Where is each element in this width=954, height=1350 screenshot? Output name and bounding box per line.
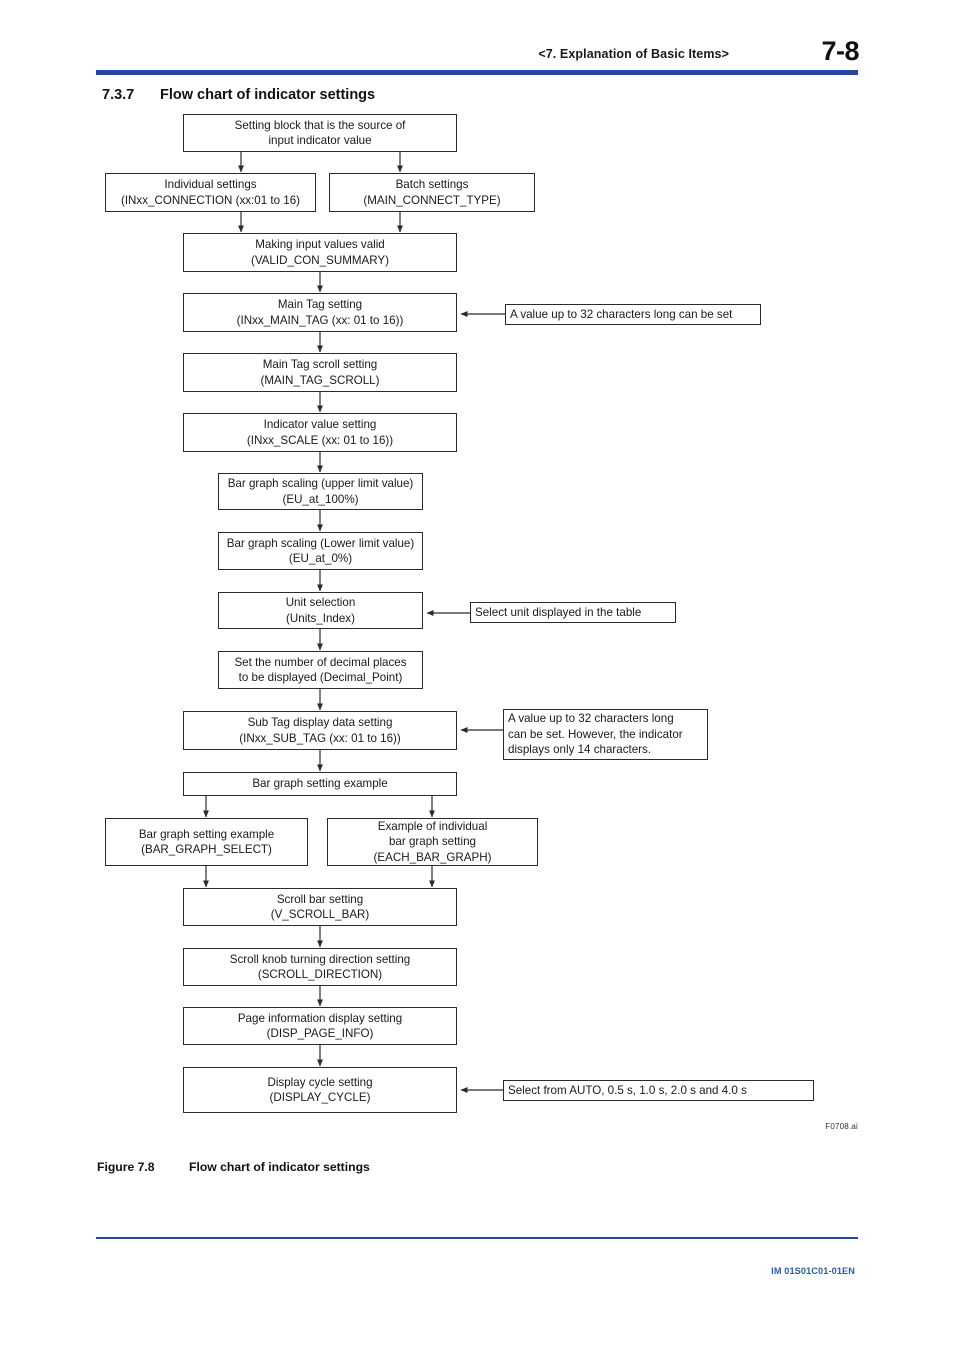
node-scroll-direction-line1: Scroll knob turning direction setting [229,952,411,966]
node-decimal-point-line1: Set the number of decimal places [234,655,407,669]
node-scroll-direction-line2: (SCROLL_DIRECTION) [257,968,383,981]
node-scroll-bar-setting-line2: (V_SCROLL_BAR) [270,908,370,921]
node-indicator-value-setting[interactable]: Indicator value setting (INxx_SCALE (xx:… [183,413,457,452]
node-individual-settings[interactable]: Individual settings (INxx_CONNECTION (xx… [105,173,316,212]
note-main-tag-length: A value up to 32 characters long can be … [505,304,761,325]
node-sub-tag-setting-line2: (INxx_SUB_TAG (xx: 01 to 16)) [239,731,401,745]
node-each-bar-graph[interactable]: Example of individual bar graph setting … [327,818,538,866]
note-display-cycle-options-line1: Select from AUTO, 0.5 s, 1.0 s, 2.0 s an… [508,1083,747,1097]
node-decimal-point-line2: to be displayed (Decimal_Point) [238,671,403,684]
node-valid-con-summary[interactable]: Making input values valid (VALID_CON_SUM… [183,233,457,272]
node-bar-graph-select[interactable]: Bar graph setting example (BAR_GRAPH_SEL… [105,818,308,866]
node-unit-selection[interactable]: Unit selection (Units_Index) [218,592,423,629]
flow-chart-connectors [203,152,505,1093]
node-indicator-value-setting-line1: Indicator value setting [263,418,377,431]
node-sub-tag-setting[interactable]: Sub Tag display data setting (INxx_SUB_T… [183,711,457,750]
node-bar-graph-scaling-lower-line1: Bar graph scaling (Lower limit value) [226,536,415,550]
node-bar-graph-scaling-upper-line1: Bar graph scaling (upper limit value) [227,477,414,490]
note-main-tag-length-line1: A value up to 32 characters long can be … [510,307,733,321]
node-each-bar-graph-line2: bar graph setting [388,835,476,849]
note-display-cycle-options: Select from AUTO, 0.5 s, 1.0 s, 2.0 s an… [503,1080,814,1101]
node-display-cycle-line1: Display cycle setting [267,1075,373,1089]
node-decimal-point[interactable]: Set the number of decimal places to be d… [218,651,423,689]
node-main-tag-scroll-line1: Main Tag scroll setting [262,358,378,371]
figure-caption: Figure 7.8 Flow chart of indicator settin… [97,1160,370,1174]
node-sub-tag-setting-line1: Sub Tag display data setting [247,716,393,729]
node-individual-settings-line2: (INxx_CONNECTION (xx:01 to 16) [120,193,301,207]
node-bar-graph-scaling-lower[interactable]: Bar graph scaling (Lower limit value) (E… [218,532,423,570]
node-disp-page-info[interactable]: Page information display setting (DISP_P… [183,1007,457,1045]
node-scroll-direction[interactable]: Scroll knob turning direction setting (S… [183,948,457,986]
footer-document-id: IM 01S01C01-01EN [771,1266,855,1276]
note-sub-tag-length-line1: A value up to 32 characters long [508,712,674,726]
node-main-tag-scroll[interactable]: Main Tag scroll setting (MAIN_TAG_SCROLL… [183,353,457,392]
figure-caption-number: Figure 7.8 [97,1160,155,1174]
node-bar-graph-example[interactable]: Bar graph setting example [183,772,457,796]
node-bar-graph-scaling-upper[interactable]: Bar graph scaling (upper limit value) (E… [218,473,423,510]
node-bar-graph-select-line1: Bar graph setting example [138,827,275,841]
note-sub-tag-length-line2: can be set. However, the indicator [508,727,683,741]
node-source-block-line1: Setting block that is the source of [234,118,406,132]
node-individual-settings-line1: Individual settings [164,178,257,191]
node-source-block-line2: input indicator value [268,134,372,147]
note-unit-selection-line1: Select unit displayed in the table [475,605,642,619]
node-valid-con-summary-line1: Making input values valid [255,238,385,251]
node-disp-page-info-line2: (DISP_PAGE_INFO) [266,1027,374,1040]
node-valid-con-summary-line2: (VALID_CON_SUMMARY) [250,253,390,267]
node-each-bar-graph-line3: (EACH_BAR_GRAPH) [373,850,492,864]
footer-divider-rule [96,1237,858,1239]
node-batch-settings-line1: Batch settings [395,178,469,191]
note-sub-tag-length: A value up to 32 characters long can be … [503,709,708,760]
node-main-tag-scroll-line2: (MAIN_TAG_SCROLL) [260,373,380,387]
node-source-block[interactable]: Setting block that is the source of inpu… [183,114,457,152]
node-main-tag-setting-line2: (INxx_MAIN_TAG (xx: 01 to 16)) [236,313,404,327]
figure-caption-title: Flow chart of indicator settings [189,1160,370,1174]
node-disp-page-info-line1: Page information display setting [237,1011,403,1025]
node-bar-graph-scaling-lower-line2: (EU_at_0%) [288,552,353,565]
node-scroll-bar-setting-line1: Scroll bar setting [276,892,364,906]
node-unit-selection-line2: (Units_Index) [286,611,355,625]
node-each-bar-graph-line1: Example of individual [377,819,488,833]
node-batch-settings-line2: (MAIN_CONNECT_TYPE) [363,193,501,207]
note-unit-selection: Select unit displayed in the table [470,602,676,623]
node-scroll-bar-setting[interactable]: Scroll bar setting (V_SCROLL_BAR) [183,888,457,926]
flow-chart-diagram: Setting block that is the source of inpu… [0,0,954,1140]
node-bar-graph-example-line1: Bar graph setting example [252,777,388,791]
note-sub-tag-length-line3: displays only 14 characters. [508,743,652,757]
node-display-cycle-line2: (DISPLAY_CYCLE) [269,1091,371,1104]
figure-source-code: F0708.ai [825,1122,858,1131]
node-main-tag-setting[interactable]: Main Tag setting (INxx_MAIN_TAG (xx: 01 … [183,293,457,332]
node-unit-selection-line1: Unit selection [285,596,356,609]
node-main-tag-setting-line1: Main Tag setting [277,298,363,311]
node-bar-graph-select-line2: (BAR_GRAPH_SELECT) [141,843,272,856]
node-batch-settings[interactable]: Batch settings (MAIN_CONNECT_TYPE) [329,173,535,212]
node-display-cycle[interactable]: Display cycle setting (DISPLAY_CYCLE) [183,1067,457,1113]
node-indicator-value-setting-line2: (INxx_SCALE (xx: 01 to 16)) [246,433,394,447]
node-bar-graph-scaling-upper-line2: (EU_at_100%) [282,492,359,506]
